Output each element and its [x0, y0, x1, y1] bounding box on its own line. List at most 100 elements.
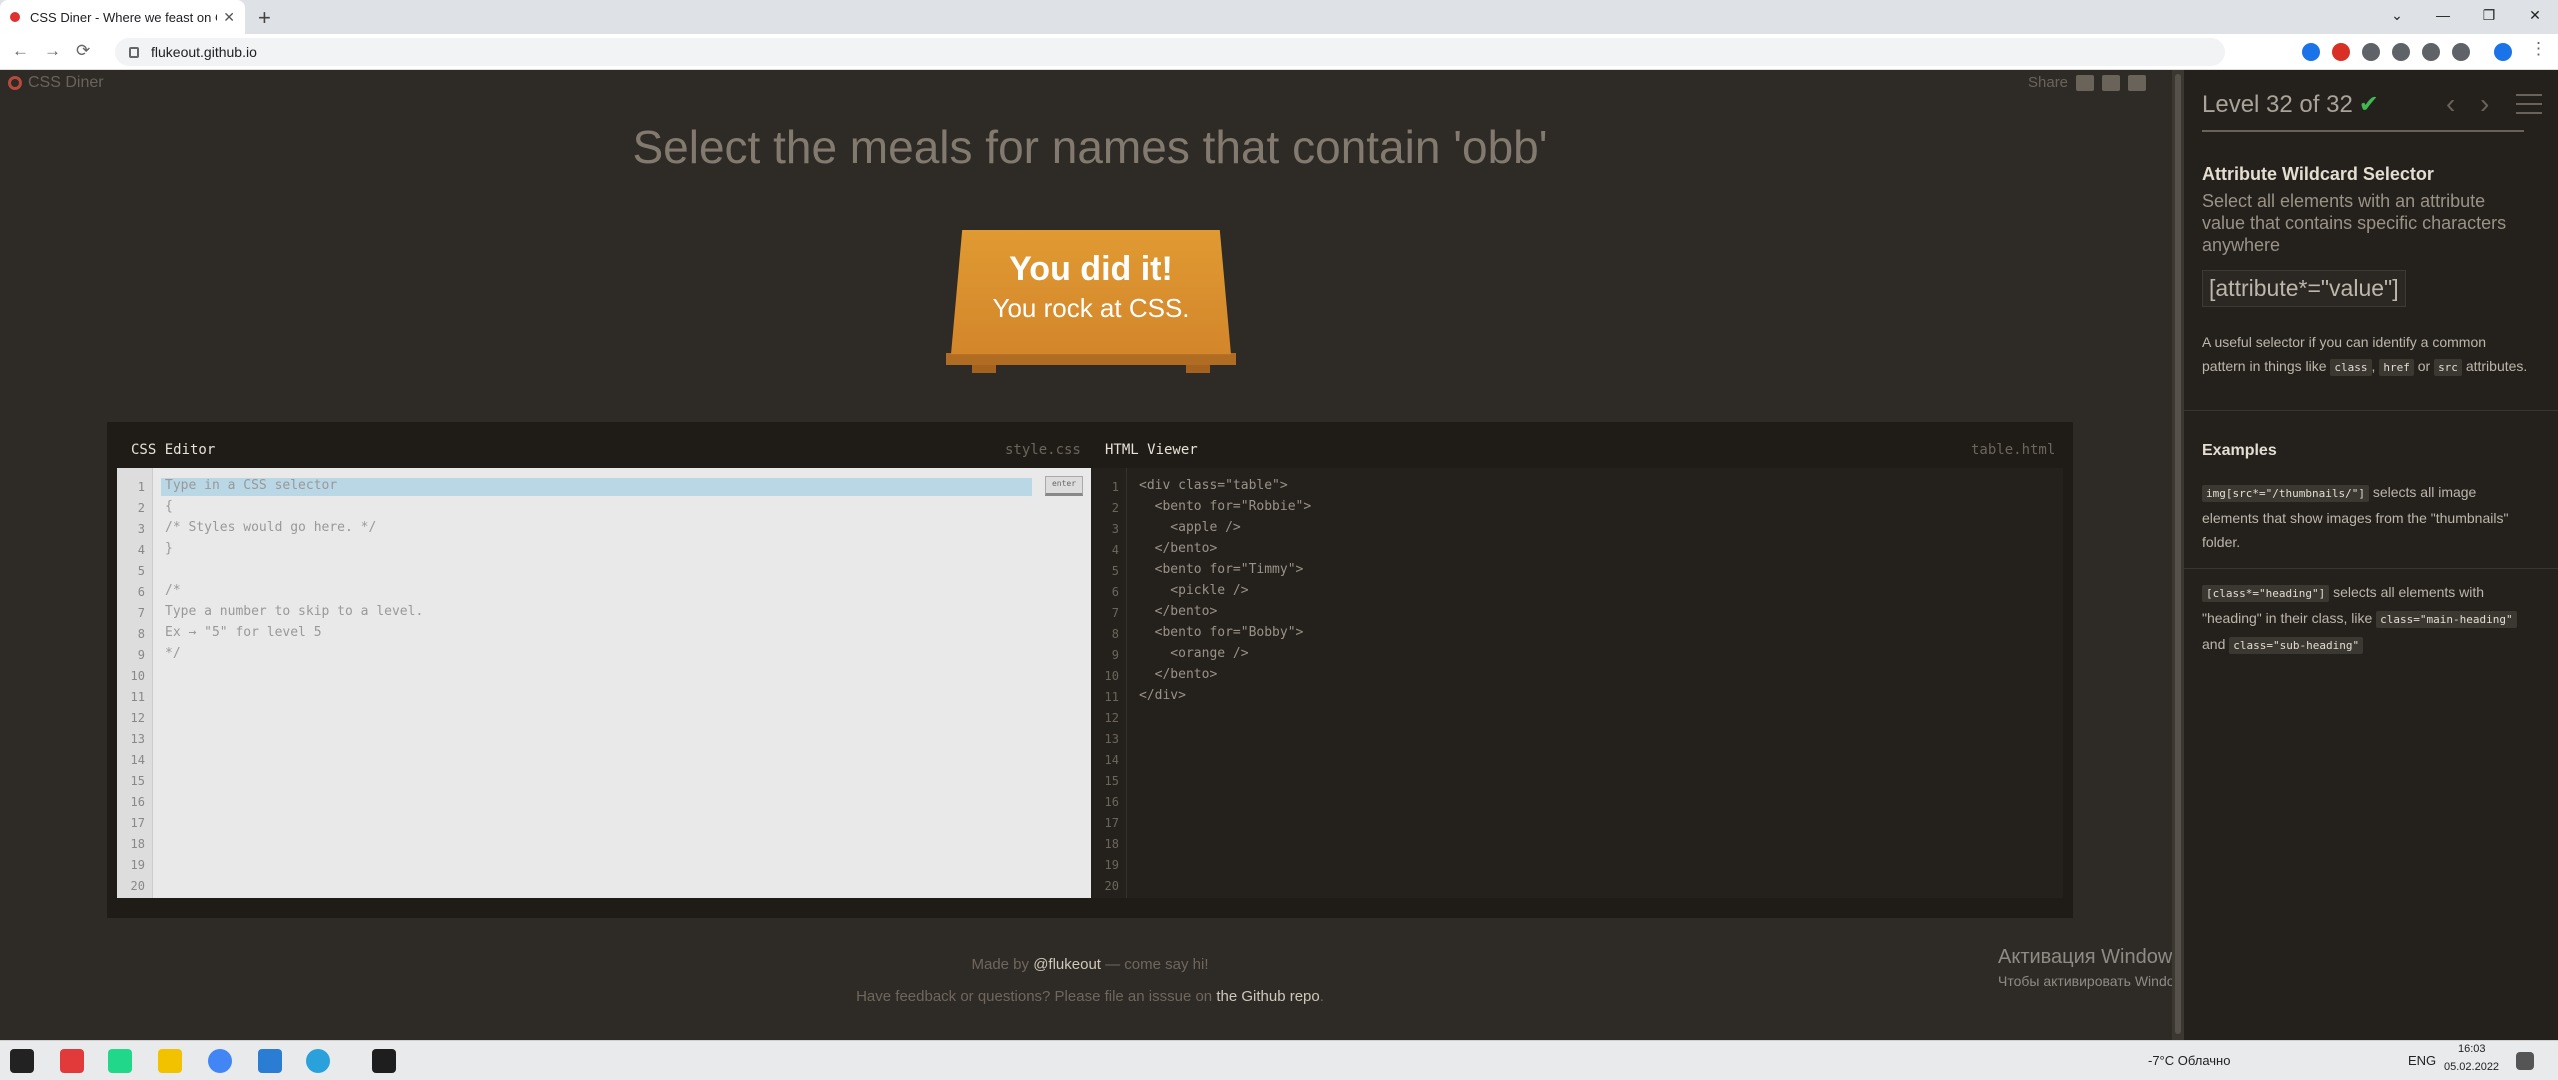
example-2-code: [class*="heading"]: [2202, 585, 2330, 602]
maximize-button[interactable]: ❐: [2466, 0, 2512, 30]
new-tab-button[interactable]: +: [258, 5, 271, 31]
level-instruction: Select the meals for names that contain …: [632, 121, 1548, 173]
clock-time[interactable]: 16:03: [2458, 1043, 2486, 1055]
line-number: 3: [137, 522, 145, 536]
weather-text[interactable]: -7°C Облачно: [2148, 1053, 2230, 1068]
code-line: */: [165, 646, 181, 661]
adblock-icon[interactable]: [2332, 43, 2350, 61]
github-repo-link[interactable]: the Github repo: [1216, 988, 1319, 1005]
level-progress-bar: [2202, 130, 2524, 132]
line-number: 7: [1111, 606, 1119, 620]
code-line: <div class="table">: [1139, 478, 1288, 493]
browser-tab[interactable]: CSS Diner - Where we feast on C ✕: [0, 0, 245, 34]
code-line: <pickle />: [1139, 583, 1249, 598]
made-by-suffix: — come say hi!: [1105, 956, 1209, 973]
hint-or: or: [2417, 358, 2431, 374]
twitter-icon[interactable]: [2128, 74, 2147, 91]
app-icon[interactable]: [60, 1049, 84, 1073]
facebook-icon[interactable]: [2102, 74, 2121, 91]
logo[interactable]: CSS Diner: [8, 74, 104, 92]
code-src: src: [2434, 359, 2462, 376]
line-number: 12: [130, 711, 145, 725]
extension-icon[interactable]: [2362, 43, 2380, 61]
code-line: Type in a CSS selector: [165, 478, 338, 493]
line-number: 9: [137, 648, 145, 662]
line-number: 6: [137, 585, 145, 599]
start-icon[interactable]: [10, 1049, 34, 1073]
scrollbar-thumb[interactable]: [2175, 74, 2181, 1034]
line-number: 5: [137, 564, 145, 578]
success-table: You did it! You rock at CSS.: [951, 230, 1231, 355]
minimize-button[interactable]: —: [2420, 0, 2466, 30]
share-label: Share: [2028, 74, 2069, 91]
line-number: 18: [130, 837, 145, 851]
page-scrollbar[interactable]: [2172, 70, 2184, 1040]
close-tab-icon[interactable]: ✕: [223, 9, 235, 26]
made-by-prefix: Made by: [971, 956, 1030, 973]
code-line: <orange />: [1139, 646, 1249, 661]
css-diner-page: CSS Diner Share Select the meals for nam…: [0, 70, 2558, 1040]
line-number: 15: [1104, 774, 1119, 788]
level-indicator[interactable]: Level 32 of 32 ✔: [2202, 90, 2379, 119]
email-icon[interactable]: [2076, 74, 2095, 91]
level-menu-icon[interactable]: [2516, 94, 2542, 114]
line-number: 1: [1111, 480, 1119, 494]
tab-title: CSS Diner - Where we feast on C: [30, 9, 218, 25]
line-number: 19: [130, 858, 145, 872]
line-number: 11: [1104, 690, 1119, 704]
favicon-icon: [10, 12, 20, 22]
app-icon[interactable]: [158, 1049, 182, 1073]
feedback-suffix: .: [1319, 988, 1324, 1005]
line-number: 19: [1104, 858, 1119, 872]
tab-search-icon[interactable]: ⌄: [2374, 0, 2420, 30]
profile-avatar[interactable]: [2494, 43, 2512, 61]
notification-icon[interactable]: [2516, 1052, 2534, 1070]
example-1: img[src*="/thumbnails/"] selects all ima…: [2202, 480, 2532, 554]
code-line: <bento for="Timmy">: [1139, 562, 1304, 577]
footer-credit: Made by @flukeout — come say hi!: [0, 956, 2180, 973]
back-button[interactable]: ←: [12, 41, 29, 61]
reload-button[interactable]: ⟳: [76, 41, 90, 61]
line-number: 18: [1104, 837, 1119, 851]
telegram-icon[interactable]: [306, 1049, 330, 1073]
line-number: 14: [1104, 753, 1119, 767]
examples-heading: Examples: [2202, 442, 2277, 459]
extension-icon[interactable]: [2422, 43, 2440, 61]
windows-taskbar: -7°C Облачно ENG 16:03 05.02.2022: [0, 1040, 2558, 1080]
figma-icon[interactable]: [372, 1049, 396, 1073]
close-window-button[interactable]: ✕: [2512, 0, 2558, 30]
extension-icon[interactable]: [2392, 43, 2410, 61]
selector-syntax: [attribute*="value"]: [2202, 270, 2406, 307]
example-1-code: img[src*="/thumbnails/"]: [2202, 485, 2369, 502]
previous-level-button[interactable]: ‹: [2446, 88, 2455, 120]
selector-description: Select all elements with an attribute va…: [2202, 191, 2507, 255]
forward-button[interactable]: →: [44, 41, 61, 61]
code-line: /*: [165, 583, 181, 598]
success-title: You did it!: [1009, 250, 1173, 288]
line-number: 1: [137, 480, 145, 494]
selector-hint: A useful selector if you can identify a …: [2202, 330, 2532, 380]
divider: [2184, 568, 2558, 569]
extension-icon[interactable]: [2302, 43, 2320, 61]
chrome-icon[interactable]: [208, 1049, 232, 1073]
html-viewer: 1 2 3 4 5 6 7 8 9 10 11 12 13 14 15 16 17 18 19 20 <div cla…: [1091, 468, 2063, 898]
address-bar[interactable]: flukeout.github.io: [115, 38, 2225, 66]
clock-date[interactable]: 05.02.2022: [2444, 1061, 2499, 1073]
code-line: </bento>: [1139, 541, 1218, 556]
example-2-code-sub: class="sub-heading": [2229, 637, 2364, 654]
pycharm-icon[interactable]: [108, 1049, 132, 1073]
css-line-gutter: 1 2 3 4 5 6 7 8 9 10 11 12 13 14 15 16 17 18 19 20: [117, 468, 153, 898]
puzzle-icon[interactable]: [2452, 43, 2470, 61]
code-line: Type a number to skip to a level.: [165, 604, 424, 619]
next-level-button[interactable]: ›: [2480, 88, 2489, 120]
line-number: 13: [1104, 732, 1119, 746]
language-indicator[interactable]: ENG: [2408, 1053, 2436, 1068]
line-number: 5: [1111, 564, 1119, 578]
author-link[interactable]: @flukeout: [1033, 956, 1101, 973]
enter-button[interactable]: enter: [1045, 476, 1083, 496]
line-number: 2: [1111, 501, 1119, 515]
menu-dots-icon[interactable]: ⋮: [2530, 39, 2547, 59]
html-viewer-title: HTML Viewer: [1105, 442, 1198, 458]
webstorm-icon[interactable]: [258, 1049, 282, 1073]
browser-toolbar: ← → ⟳ flukeout.github.io ⋮: [0, 34, 2558, 70]
